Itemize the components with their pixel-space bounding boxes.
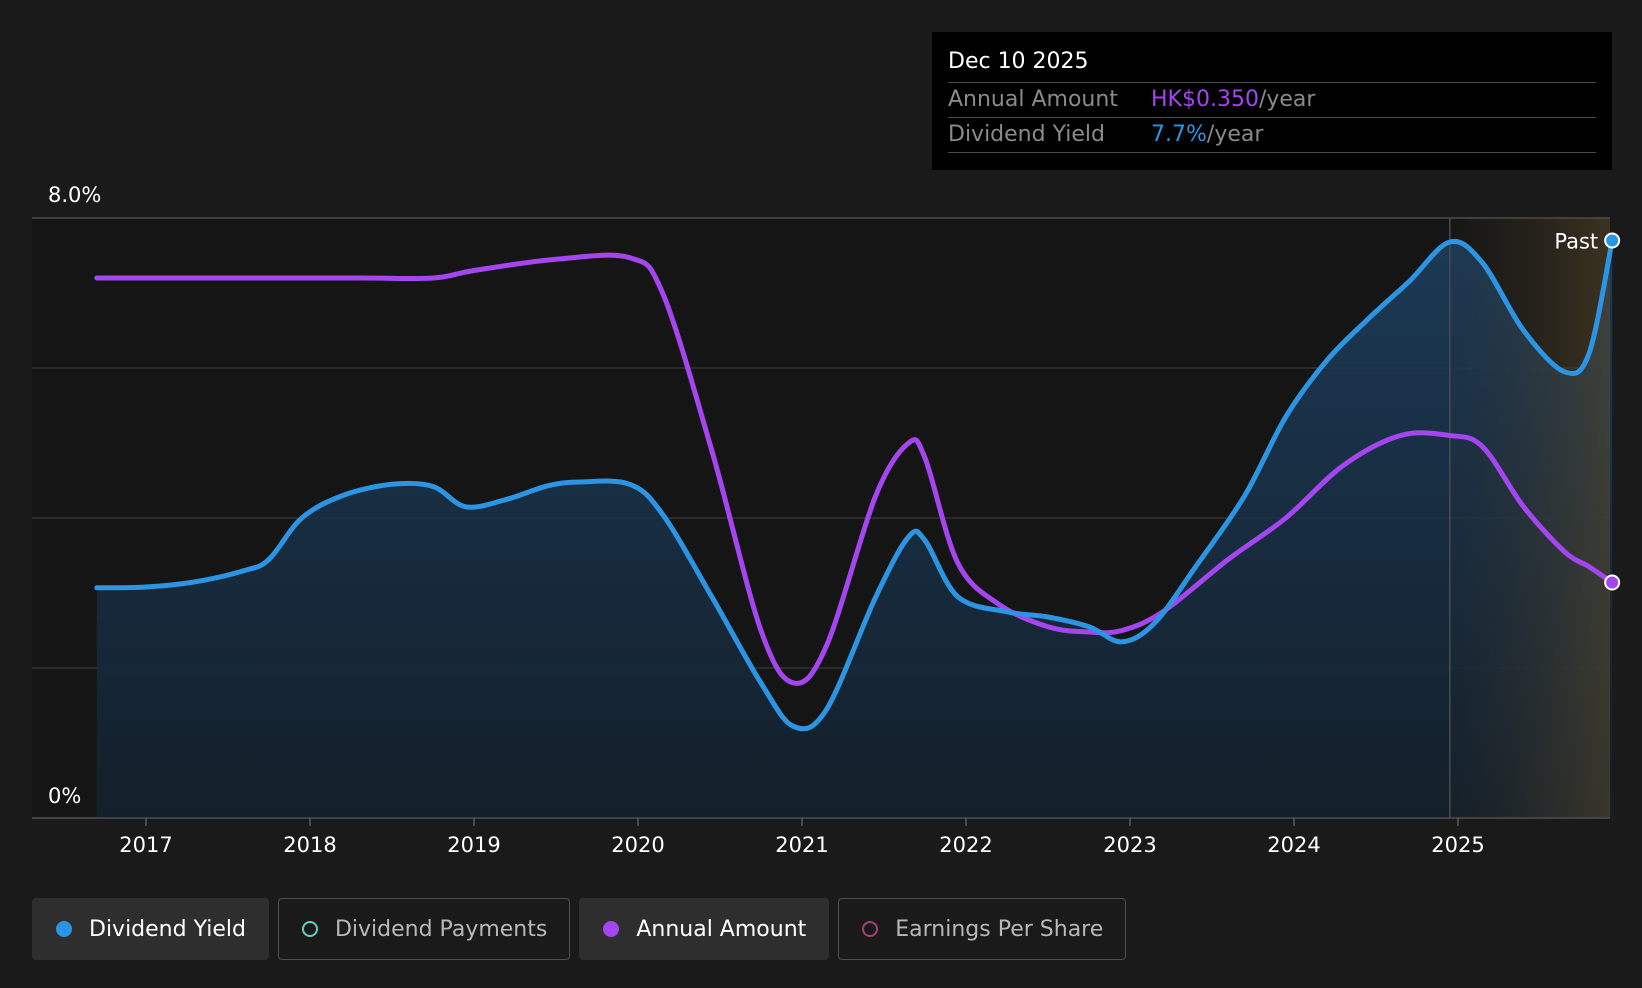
- dividend-payments-dot-icon: [301, 921, 318, 937]
- tooltip-dividend-yield-value: 7.7%: [1151, 122, 1207, 147]
- legend-dividend-yield[interactable]: Dividend Yield: [32, 898, 269, 960]
- tooltip: Dec 10 2025 Annual Amount HK$0.350 /year…: [932, 32, 1612, 170]
- annual-amount-dot-icon: [603, 921, 620, 937]
- x-tick-label: 2017: [119, 833, 172, 857]
- tooltip-dividend-yield-label: Dividend Yield: [948, 122, 1105, 147]
- x-tick-label: 2022: [939, 833, 992, 857]
- x-tick-label: 2025: [1431, 833, 1484, 857]
- legend-annual-amount[interactable]: Annual Amount: [579, 898, 830, 960]
- dividend-yield-end-marker[interactable]: [1604, 232, 1621, 249]
- legend-earnings-per-share[interactable]: Earnings Per Share: [838, 898, 1127, 960]
- y-tick-label-bottom: 0%: [48, 784, 81, 808]
- x-tick-label: 2021: [775, 833, 828, 857]
- annual-amount-end-marker[interactable]: [1604, 574, 1621, 591]
- tooltip-date: Dec 10 2025: [948, 32, 1596, 83]
- legend-label: Annual Amount: [636, 916, 807, 942]
- tooltip-annual-amount-suffix: /year: [1258, 87, 1316, 112]
- earnings-per-share-dot-icon: [862, 921, 879, 937]
- dividend-yield-dot-icon: [56, 921, 72, 937]
- legend-dividend-payments[interactable]: Dividend Payments: [277, 898, 571, 960]
- x-tick-label: 2024: [1267, 833, 1320, 857]
- past-label: Past: [1554, 230, 1598, 254]
- x-tick-label: 2020: [611, 833, 664, 857]
- legend-label: Earnings Per Share: [895, 916, 1104, 942]
- tooltip-annual-amount-value: HK$0.350: [1151, 87, 1259, 112]
- x-tick-label: 2018: [283, 833, 336, 857]
- tooltip-dividend-yield-suffix: /year: [1206, 122, 1264, 147]
- tooltip-annual-amount-label: Annual Amount: [948, 87, 1118, 112]
- tooltip-annual-amount-row: Annual Amount HK$0.350 /year: [948, 83, 1596, 118]
- chart-legend: Dividend Yield Dividend Payments Annual …: [32, 898, 1127, 960]
- legend-label: Dividend Payments: [334, 916, 548, 942]
- y-tick-label-top: 8.0%: [48, 183, 101, 207]
- tooltip-dividend-yield-row: Dividend Yield 7.7% /year: [948, 118, 1596, 153]
- x-tick-label: 2019: [447, 833, 500, 857]
- x-axis: 2017 2018 2019 2020 2021 2022 2023 2024 2025: [32, 817, 1610, 857]
- legend-label: Dividend Yield: [89, 916, 246, 942]
- x-tick-label: 2023: [1103, 833, 1156, 857]
